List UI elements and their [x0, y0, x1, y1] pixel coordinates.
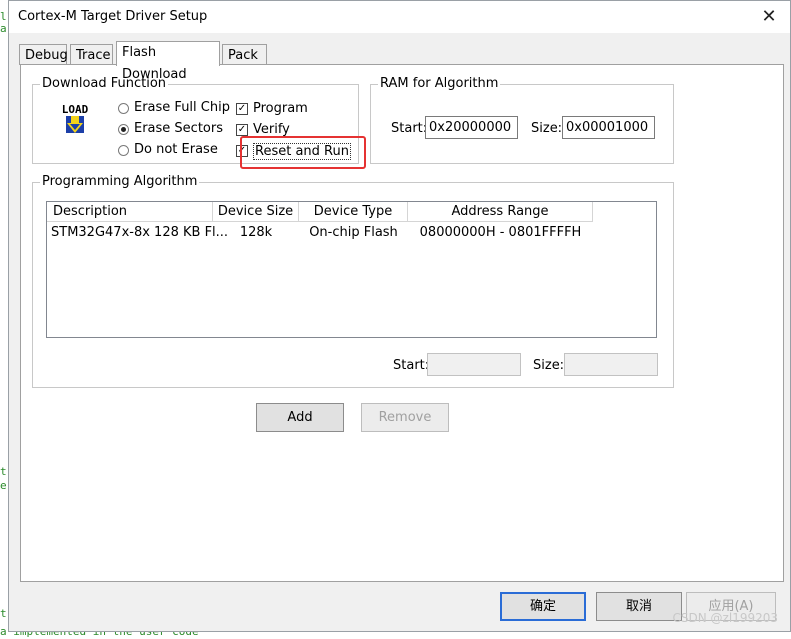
erase-full-chip-radio[interactable]: [118, 103, 129, 114]
tab-label: Pack: [228, 48, 258, 63]
do-not-erase-radio[interactable]: [118, 145, 129, 156]
tab-flash-download[interactable]: Flash Download: [116, 41, 220, 82]
ram-start-label: Start:: [391, 121, 428, 136]
program-label[interactable]: Program: [253, 101, 308, 116]
tab-pack[interactable]: Pack: [222, 44, 267, 65]
target-driver-setup-dialog: Cortex-M Target Driver Setup ✕ Debug Tra…: [8, 0, 791, 632]
close-icon[interactable]: ✕: [758, 6, 780, 28]
column-header-address-range[interactable]: Address Range: [408, 202, 593, 222]
algorithm-list[interactable]: Description Device Size Device Type Addr…: [46, 201, 657, 338]
background-code-fragment: t: [0, 465, 7, 478]
ok-button[interactable]: 确定: [500, 592, 586, 621]
tab-label: Trace: [76, 48, 111, 63]
load-icon-text: LOAD: [62, 103, 89, 116]
verify-label[interactable]: Verify: [253, 122, 290, 137]
column-header-device-size[interactable]: Device Size: [213, 202, 299, 222]
ram-start-input[interactable]: 0x20000000: [425, 116, 518, 139]
cancel-button[interactable]: 取消: [596, 592, 682, 621]
add-button[interactable]: Add: [256, 403, 344, 432]
row-device-size: 128k: [239, 225, 273, 240]
group-title: Programming Algorithm: [40, 174, 200, 190]
row-description: STM32G47x-8x 128 KB Fl...: [51, 225, 229, 240]
do-not-erase-label[interactable]: Do not Erase: [134, 142, 218, 157]
algo-size-input: [564, 353, 658, 376]
erase-sectors-label[interactable]: Erase Sectors: [134, 121, 223, 136]
background-code-fragment: t: [0, 607, 7, 620]
tab-debug[interactable]: Debug: [19, 44, 68, 65]
tab-trace[interactable]: Trace: [70, 44, 113, 65]
remove-button: Remove: [361, 403, 449, 432]
tab-label: Debug: [25, 48, 68, 63]
column-header-description[interactable]: Description: [47, 202, 213, 222]
ram-size-label: Size:: [531, 121, 563, 136]
verify-checkbox[interactable]: ✓: [236, 124, 248, 136]
load-icon: LOAD: [58, 102, 92, 136]
table-row[interactable]: STM32G47x-8x 128 KB Fl... 128k On-chip F…: [47, 222, 656, 243]
erase-full-chip-label[interactable]: Erase Full Chip: [134, 100, 230, 115]
algo-start-input: [427, 353, 521, 376]
algo-size-label: Size:: [533, 358, 565, 373]
ram-for-algorithm-group: RAM for Algorithm Start: 0x20000000 Size…: [370, 76, 674, 164]
background-code-fragment: a: [0, 22, 7, 35]
group-title: RAM for Algorithm: [378, 76, 501, 92]
erase-sectors-radio[interactable]: [118, 124, 129, 135]
program-checkbox[interactable]: ✓: [236, 103, 248, 115]
ram-size-input[interactable]: 0x00001000: [562, 116, 655, 139]
row-address-range: 08000000H - 0801FFFFH: [419, 225, 582, 240]
algo-start-label: Start:: [393, 358, 430, 373]
row-device-type: On-chip Flash: [309, 225, 398, 240]
column-header-device-type[interactable]: Device Type: [299, 202, 408, 222]
highlight-annotation-box: [240, 136, 366, 169]
tab-label: Flash Download: [122, 45, 187, 82]
flash-download-panel: Download Function LOAD Erase Full Chip E…: [20, 64, 784, 582]
dialog-title: Cortex-M Target Driver Setup: [18, 9, 208, 24]
watermark: CSDN @zl199203: [672, 611, 778, 625]
background-code-fragment: e: [0, 479, 7, 492]
title-bar[interactable]: Cortex-M Target Driver Setup ✕: [9, 1, 790, 33]
